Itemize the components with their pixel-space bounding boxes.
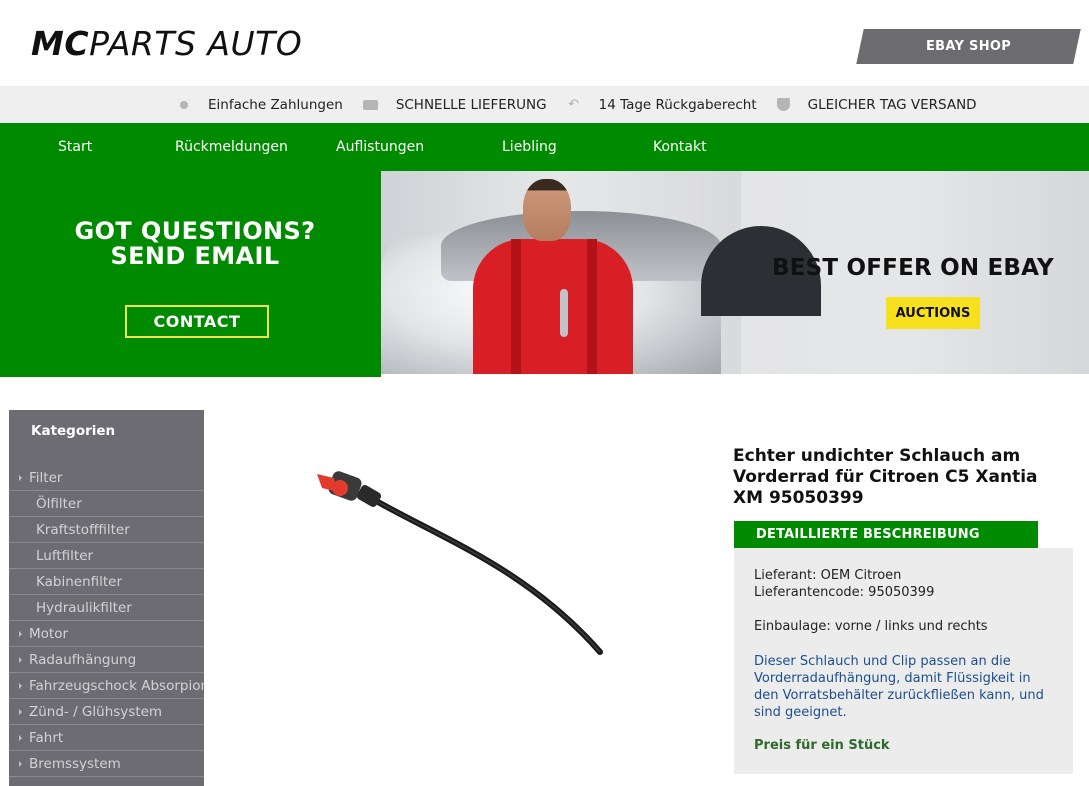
hero-banner: BEST OFFER ON EBAY AUCTIONS: [381, 171, 1089, 374]
nav-item-auflistungen[interactable]: Auflistungen: [336, 139, 424, 155]
supplier-text: Lieferant: OEM Citroen: [754, 568, 902, 583]
promo-title-line: SEND EMAIL: [110, 242, 280, 270]
logo-bold-text: MC: [31, 24, 90, 63]
sidebar-category-label: Bremssystem: [29, 755, 121, 772]
sidebar-category-label: Zünd- / Glühsystem: [29, 703, 163, 720]
caret-right-icon: [19, 734, 22, 741]
category-list: Filter Ölfilter Kraftstofffilter Luftfilter…: [9, 465, 204, 777]
gear-icon: [178, 98, 190, 111]
product-title: Echter undichter Schlauch am Vorderrad f…: [733, 446, 1038, 508]
wrench-icon: [560, 289, 568, 337]
promo-title: GOT QUESTIONS? SEND EMAIL: [0, 219, 390, 269]
sidebar-category-label: Luftfilter: [36, 547, 94, 564]
sidebar-category-item[interactable]: Fahrt: [9, 725, 204, 751]
nav-item-start[interactable]: Start: [58, 139, 92, 155]
product-image: [300, 462, 620, 672]
category-sidebar: Kategorien Filter Ölfilter Kraftstofffilte…: [9, 410, 204, 786]
promo-title-line: GOT QUESTIONS?: [74, 217, 316, 245]
caret-right-icon: [19, 630, 22, 637]
sidebar-category-label: Hydraulikfilter: [36, 599, 132, 616]
info-label: SCHNELLE LIEFERUNG: [395, 96, 547, 113]
main-nav: Start Rückmeldungen Auflistungen Lieblin…: [0, 123, 1089, 171]
site-header: MCPARTS AUTO EBAY SHOP: [0, 0, 1089, 86]
info-bar: Einfache Zahlungen SCHNELLE LIEFERUNG ↶ …: [0, 86, 1089, 123]
caret-right-icon: [19, 708, 22, 715]
sidebar-category-item[interactable]: Motor: [9, 621, 204, 647]
tab-description[interactable]: DETAILLIERTE BESCHREIBUNG: [734, 521, 1038, 548]
sidebar-category-label: Filter: [29, 469, 63, 486]
info-item-returns: ↶ 14 Tage Rückgaberecht: [567, 97, 757, 113]
sidebar-category-item[interactable]: Bremssystem: [9, 751, 204, 777]
contact-button[interactable]: CONTACT: [125, 305, 269, 338]
price-note: Preis für ein Stück: [754, 738, 890, 753]
info-label: GLEICHER TAG VERSAND: [807, 96, 977, 113]
sidebar-category-item[interactable]: Kraftstofffilter: [9, 517, 204, 543]
hero-mechanic-head: [523, 179, 571, 241]
nav-item-liebling[interactable]: Liebling: [502, 139, 557, 155]
ebay-shop-label: EBAY SHOP: [925, 39, 1012, 54]
sidebar-category-item[interactable]: Hydraulikfilter: [9, 595, 204, 621]
info-label: Einfache Zahlungen: [208, 96, 343, 113]
return-arrow-icon: ↶: [568, 96, 580, 112]
caret-right-icon: [19, 474, 22, 481]
sidebar-category-label: Kabinenfilter: [36, 573, 123, 590]
sidebar-category-label: Fahrzeugschock Absorpion: [29, 677, 204, 694]
hero-mechanic-straps: [511, 239, 597, 374]
sidebar-title: Kategorien: [31, 423, 116, 439]
nav-item-rueckmeldungen[interactable]: Rückmeldungen: [175, 139, 288, 155]
ebay-shop-button[interactable]: EBAY SHOP: [856, 29, 1081, 64]
supplier-code-text: Lieferantencode: 95050399: [754, 585, 935, 600]
caret-right-icon: [19, 760, 22, 767]
shield-check-icon: [776, 98, 790, 111]
sidebar-category-label: Kraftstofffilter: [36, 521, 130, 538]
sidebar-category-item[interactable]: Luftfilter: [9, 543, 204, 569]
sidebar-category-item[interactable]: Zünd- / Glühsystem: [9, 699, 204, 725]
sidebar-category-item[interactable]: Radaufhängung: [9, 647, 204, 673]
logo-light-text: PARTS AUTO: [89, 24, 303, 63]
caret-right-icon: [19, 656, 22, 663]
sidebar-category-item[interactable]: Filter: [9, 465, 204, 491]
info-label: 14 Tage Rückgaberecht: [598, 96, 757, 113]
contact-promo: GOT QUESTIONS? SEND EMAIL CONTACT: [0, 171, 381, 377]
hose-image: [317, 471, 603, 655]
sidebar-category-item[interactable]: Fahrzeugschock Absorpion: [9, 673, 204, 699]
info-item-shipping: GLEICHER TAG VERSAND: [776, 96, 977, 113]
install-position-text: Einbaulage: vorne / links und rechts: [754, 619, 988, 634]
caret-right-icon: [19, 682, 22, 689]
info-item-delivery: SCHNELLE LIEFERUNG: [362, 96, 547, 113]
description-panel: Lieferant: OEM Citroen Lieferantencode: …: [734, 548, 1073, 774]
site-logo[interactable]: MCPARTS AUTO: [31, 24, 302, 63]
sidebar-category-label: Fahrt: [29, 729, 64, 746]
auctions-button[interactable]: AUCTIONS: [886, 297, 980, 329]
sidebar-category-item[interactable]: Kabinenfilter: [9, 569, 204, 595]
info-item-payment: Einfache Zahlungen: [178, 97, 343, 113]
nav-item-kontakt[interactable]: Kontakt: [653, 139, 707, 155]
sidebar-category-label: Radaufhängung: [29, 651, 137, 668]
sidebar-category-label: Motor: [29, 625, 69, 642]
hero-title: BEST OFFER ON EBAY: [772, 255, 1054, 281]
sidebar-category-label: Ölfilter: [36, 495, 82, 512]
description-text: Dieser Schlauch und Clip passen an die V…: [754, 654, 1044, 720]
sidebar-category-item[interactable]: Ölfilter: [9, 491, 204, 517]
truck-icon: [362, 99, 378, 110]
